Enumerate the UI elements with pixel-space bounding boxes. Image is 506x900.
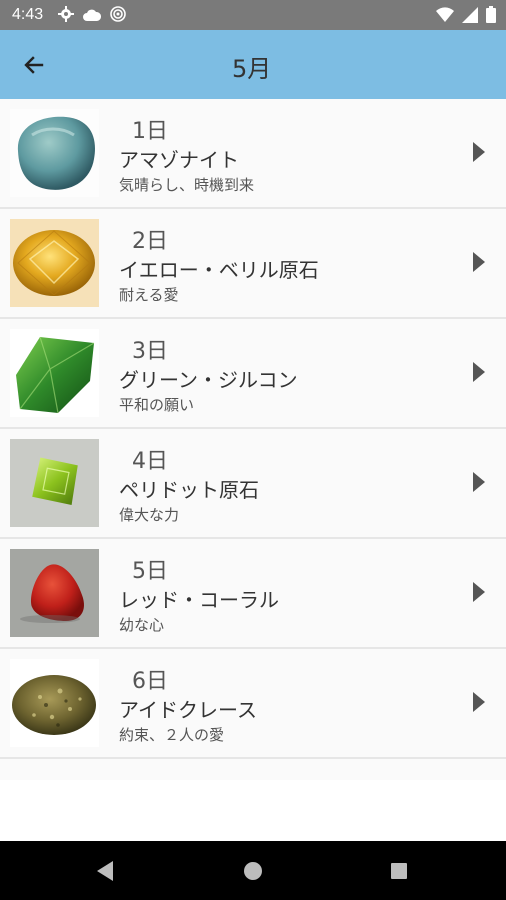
red-coral-image	[10, 549, 99, 637]
navigation-bar	[0, 841, 506, 900]
stone-meaning: 気晴らし、時機到来	[119, 176, 255, 194]
status-bar: 4:43	[0, 0, 506, 30]
page-title: 5月	[232, 55, 272, 83]
chevron-right-icon	[473, 142, 485, 162]
wifi-icon	[436, 6, 454, 27]
stone-meaning: 耐える愛	[119, 286, 179, 304]
signal-icon	[462, 6, 478, 27]
day-label: 4日	[132, 449, 168, 474]
list-item[interactable]: 7日	[0, 759, 506, 780]
day-label: 7日	[132, 773, 168, 780]
chevron-right-icon	[473, 472, 485, 492]
list-item[interactable]: 1日 アマゾナイト 気晴らし、時機到来	[0, 99, 506, 209]
gear-icon	[58, 6, 74, 26]
stone-meaning: 平和の願い	[119, 396, 195, 414]
day-label: 2日	[132, 229, 168, 254]
status-time: 4:43	[12, 6, 44, 23]
nav-home-icon[interactable]	[244, 862, 262, 880]
stone-name: レッド・コーラル	[119, 588, 279, 612]
blank-area	[0, 780, 506, 841]
list-item[interactable]: 6日 アイドクレース 約束、２人の愛	[0, 649, 506, 759]
stone-name: ペリドット原石	[119, 478, 259, 502]
list-item[interactable]: 4日 ペリドット原石 偉大な力	[0, 429, 506, 539]
chevron-right-icon	[473, 252, 485, 272]
target-icon	[110, 6, 126, 26]
green-zircon-image	[10, 329, 99, 417]
stone-name: イエロー・ベリル原石	[119, 258, 319, 282]
nav-recents-icon[interactable]	[391, 863, 407, 879]
list-item[interactable]: 5日 レッド・コーラル 幼な心	[0, 539, 506, 649]
stone-meaning: 幼な心	[119, 616, 165, 634]
chevron-right-icon	[473, 362, 485, 382]
chevron-right-icon	[473, 692, 485, 712]
arrow-left-icon	[24, 56, 44, 74]
stone-meaning: 約束、２人の愛	[119, 726, 225, 744]
back-button[interactable]	[14, 45, 54, 85]
stone-meaning: 偉大な力	[119, 506, 180, 524]
battery-icon	[486, 6, 496, 27]
stone-name: グリーン・ジルコン	[119, 368, 298, 392]
peridot-image	[10, 439, 99, 527]
chevron-right-icon	[473, 582, 485, 602]
day-label: 6日	[132, 669, 168, 694]
nav-back-icon[interactable]	[96, 860, 114, 882]
list-item[interactable]: 3日 グリーン・ジルコン 平和の願い	[0, 319, 506, 429]
idocrase-image	[10, 659, 99, 747]
yellow-beryl-image	[10, 219, 99, 307]
list-item[interactable]: 2日 イエロー・ベリル原石 耐える愛	[0, 209, 506, 319]
day-label: 1日	[132, 119, 168, 144]
stone-name: アマゾナイト	[119, 148, 239, 172]
cloud-icon	[83, 7, 102, 26]
birthstone-list[interactable]: 1日 アマゾナイト 気晴らし、時機到来 2日 イエロー・ベリル原石 耐える愛 3…	[0, 99, 506, 780]
amazonite-image	[10, 109, 99, 197]
day-label: 3日	[132, 339, 168, 364]
stone-name: アイドクレース	[119, 698, 257, 722]
day-label: 5日	[132, 559, 168, 584]
app-bar: 5月	[0, 30, 506, 99]
